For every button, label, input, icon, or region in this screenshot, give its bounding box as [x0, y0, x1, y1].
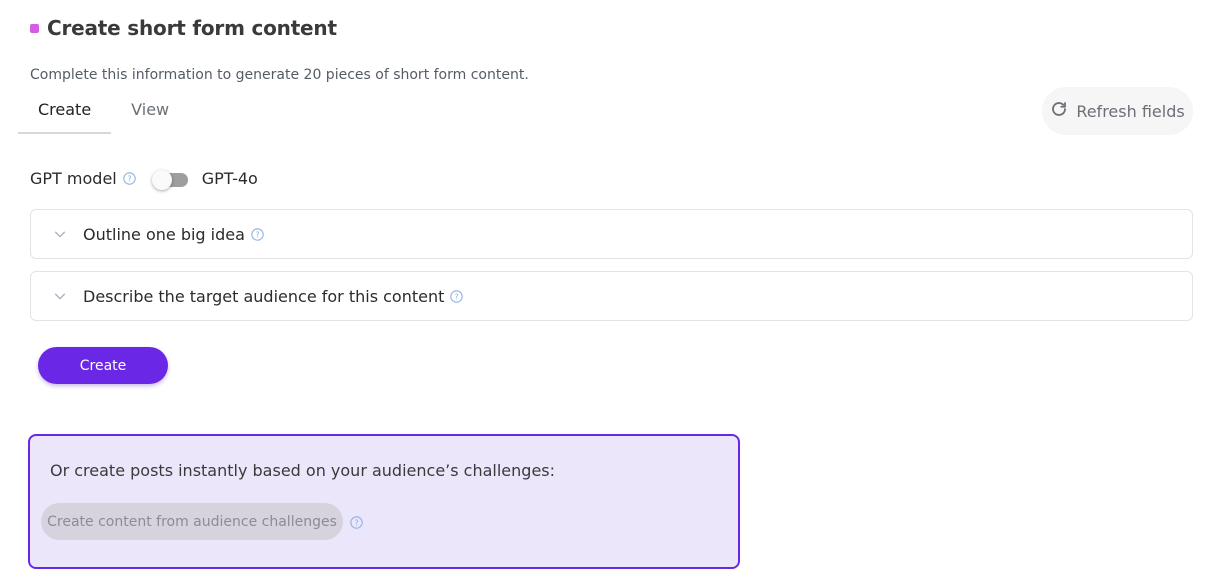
tab-view[interactable]: View: [111, 96, 189, 134]
big-idea-help-icon[interactable]: ?: [251, 227, 264, 241]
svg-text:?: ?: [354, 517, 358, 527]
svg-text:?: ?: [455, 291, 459, 301]
tab-create[interactable]: Create: [18, 96, 112, 134]
page-title: Create short form content: [47, 16, 337, 40]
gpt-model-toggle[interactable]: [151, 168, 190, 190]
page-subtitle: Complete this information to generate 20…: [30, 67, 529, 83]
accordion-big-idea-label: Outline one big idea: [83, 224, 245, 244]
toggle-knob: [151, 170, 172, 190]
chevron-down-icon: [54, 293, 66, 300]
accordion-target-audience[interactable]: Describe the target audience for this co…: [30, 271, 1193, 321]
svg-text:?: ?: [127, 173, 131, 183]
title-row: Create short form content: [30, 16, 337, 40]
title-marker-icon: [30, 23, 39, 33]
accordion-target-audience-label: Describe the target audience for this co…: [83, 286, 445, 306]
chevron-down-icon: [54, 231, 66, 238]
gpt-model-row: GPT model ? GPT-4o: [30, 166, 258, 190]
svg-text:?: ?: [255, 229, 259, 239]
gpt-model-label: GPT model: [30, 168, 117, 188]
page: Create short form content Complete this …: [0, 0, 1212, 587]
refresh-fields-button[interactable]: Refresh fields: [1042, 87, 1193, 135]
target-audience-help-icon[interactable]: ?: [450, 289, 464, 303]
audience-challenges-text: Or create posts instantly based on your …: [50, 461, 556, 480]
create-button[interactable]: Create: [38, 347, 168, 384]
challenges-help-icon[interactable]: ?: [350, 514, 363, 529]
refresh-icon: [1050, 100, 1068, 122]
gpt-model-value: GPT-4o: [201, 168, 258, 188]
accordion-big-idea[interactable]: Outline one big idea ?: [30, 209, 1193, 259]
refresh-fields-label: Refresh fields: [1076, 101, 1185, 121]
create-from-challenges-button[interactable]: Create content from audience challenges: [41, 503, 343, 540]
gpt-model-help-icon[interactable]: ?: [123, 171, 136, 185]
tab-bar: Create View: [18, 96, 189, 134]
audience-challenges-panel: Or create posts instantly based on your …: [28, 434, 740, 569]
